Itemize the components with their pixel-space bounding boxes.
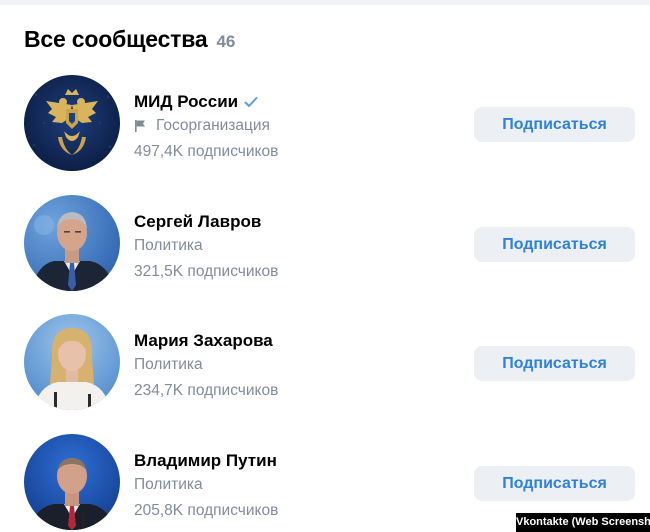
avatar[interactable] — [24, 433, 120, 530]
followers-count: 205,8K подписчиков — [134, 501, 279, 519]
community-category: Политика — [134, 236, 203, 254]
subscribe-button[interactable]: Подписаться — [474, 346, 635, 381]
person-photo-icon — [24, 314, 120, 410]
community-info: Владимир Путин Политика 205,8K подписчик… — [134, 450, 278, 522]
person-photo-icon — [24, 433, 120, 530]
communities-panel: Все сообщества 46 МИД России Госорганиза… — [0, 0, 650, 532]
flag-icon — [134, 119, 146, 133]
avatar[interactable] — [24, 314, 120, 410]
community-name[interactable]: МИД России — [134, 92, 238, 112]
communities-header: Все сообщества 46 — [24, 26, 235, 53]
avatar[interactable] — [24, 194, 120, 291]
community-name[interactable]: Сергей Лавров — [134, 212, 261, 232]
community-info: МИД России Госорганизация 497,4K подписч… — [134, 91, 278, 163]
image-credit: Vkontakte (Web Screenshot) — [516, 513, 650, 532]
avatar[interactable] — [24, 75, 120, 171]
community-name[interactable]: Мария Захарова — [134, 331, 273, 351]
verified-icon — [244, 95, 258, 109]
followers-count: 321,5K подписчиков — [134, 262, 279, 280]
followers-count: 497,4K подписчиков — [134, 143, 279, 160]
communities-list: МИД России Госорганизация 497,4K подписч… — [0, 75, 650, 532]
subscribe-button[interactable]: Подписаться — [474, 226, 635, 262]
page-title: Все сообщества — [24, 26, 208, 52]
community-info: Сергей Лавров Политика 321,5K подписчико… — [134, 211, 278, 283]
list-item: Мария Захарова Политика 234,7K подписчик… — [0, 314, 650, 434]
ministry-emblem-icon — [24, 75, 120, 171]
top-divider — [0, 0, 650, 5]
person-photo-icon — [24, 194, 120, 291]
list-item: Сергей Лавров Политика 321,5K подписчико… — [0, 194, 650, 315]
community-info: Мария Захарова Политика 234,7K подписчик… — [134, 330, 278, 402]
subscribe-button[interactable]: Подписаться — [474, 465, 635, 501]
followers-count: 234,7K подписчиков — [134, 382, 279, 399]
list-item: МИД России Госорганизация 497,4K подписч… — [0, 75, 650, 195]
community-category: Политика — [134, 356, 203, 373]
community-category: Госорганизация — [156, 117, 270, 134]
community-category: Политика — [134, 475, 203, 493]
subscribe-button[interactable]: Подписаться — [474, 107, 635, 142]
community-name[interactable]: Владимир Путин — [134, 451, 277, 471]
communities-count: 46 — [216, 32, 236, 51]
